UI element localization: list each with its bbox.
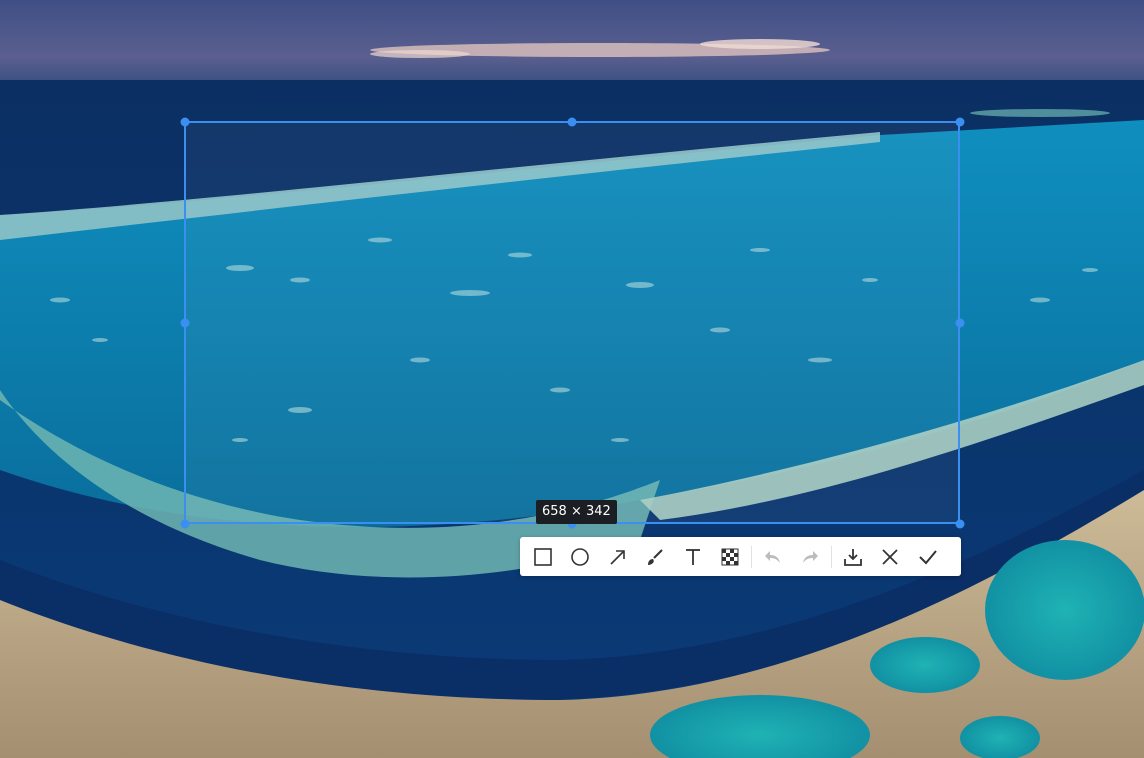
resize-handle-top[interactable] xyxy=(567,117,577,127)
confirm-button[interactable] xyxy=(909,537,947,576)
toolbar-separator xyxy=(831,545,832,568)
undo-button[interactable] xyxy=(754,537,792,576)
resize-handle-bottom-left[interactable] xyxy=(180,519,190,529)
undo-icon xyxy=(764,550,780,563)
text-icon xyxy=(685,548,700,565)
selection-rectangle[interactable] xyxy=(184,121,960,524)
resize-handle-right[interactable] xyxy=(955,318,965,328)
download-icon xyxy=(843,548,862,566)
brush-icon xyxy=(648,548,663,565)
rectangle-tool-button[interactable] xyxy=(524,537,562,576)
circle-icon xyxy=(571,547,590,566)
save-button[interactable] xyxy=(834,537,872,576)
close-icon xyxy=(882,548,898,565)
redo-button[interactable] xyxy=(792,537,830,576)
redo-icon xyxy=(803,550,819,563)
mosaic-icon xyxy=(721,548,739,565)
mosaic-tool-button[interactable] xyxy=(712,537,750,576)
brush-tool-button[interactable] xyxy=(637,537,675,576)
resize-handle-top-right[interactable] xyxy=(955,117,965,127)
cancel-button[interactable] xyxy=(872,537,910,576)
arrow-tool-button[interactable] xyxy=(599,537,637,576)
arrow-icon xyxy=(610,549,625,565)
screenshot-stage[interactable]: 658 × 342 xyxy=(0,0,1144,758)
annotation-toolbar xyxy=(520,537,961,576)
toolbar-separator xyxy=(751,545,752,568)
resize-handle-bottom-right[interactable] xyxy=(955,519,965,529)
resize-handle-left[interactable] xyxy=(180,318,190,328)
check-icon xyxy=(919,549,937,564)
text-tool-button[interactable] xyxy=(674,537,712,576)
selection-size-label: 658 × 342 xyxy=(536,500,617,524)
ellipse-tool-button[interactable] xyxy=(562,537,600,576)
square-icon xyxy=(533,547,552,566)
resize-handle-top-left[interactable] xyxy=(180,117,190,127)
